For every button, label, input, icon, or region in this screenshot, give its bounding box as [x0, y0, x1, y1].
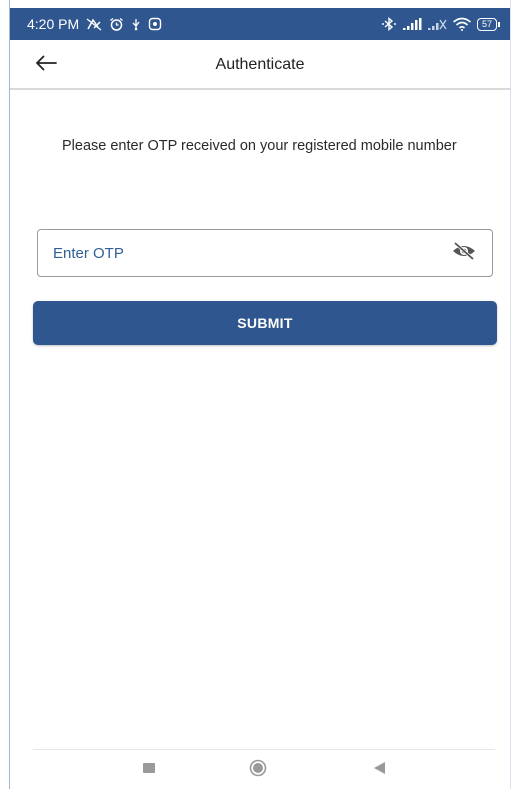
home-button[interactable]	[247, 759, 269, 782]
nav-back-button[interactable]	[368, 761, 390, 779]
screen-frame-right	[510, 0, 511, 789]
screen-frame-left	[9, 0, 10, 789]
battery-tip	[498, 21, 500, 27]
battery-icon: 57	[476, 17, 500, 31]
page-title: Authenticate	[215, 56, 305, 73]
back-icon	[372, 761, 386, 780]
status-right-group: 57	[381, 17, 500, 31]
otp-input[interactable]	[38, 229, 450, 277]
battery-level: 57	[476, 17, 497, 31]
eye-off-icon	[451, 241, 477, 266]
signal-bars-2-icon	[427, 17, 447, 31]
signal-bars-icon	[402, 17, 422, 31]
bluetooth-icon	[381, 17, 397, 31]
system-nav-bar	[10, 750, 510, 789]
usb-debug-icon	[130, 17, 142, 31]
home-icon	[249, 759, 267, 782]
app-bar: Authenticate	[10, 40, 510, 90]
status-time: 4:20 PM	[27, 16, 80, 32]
otp-instruction-text: Please enter OTP received on your regist…	[62, 138, 457, 154]
status-bar: 4:20 PM 57	[10, 8, 510, 40]
recent-apps-icon	[142, 761, 156, 779]
password-visibility-toggle[interactable]	[450, 239, 478, 267]
recent-apps-button[interactable]	[138, 761, 160, 779]
alarm-icon	[109, 17, 124, 32]
status-left-group: 4:20 PM	[27, 16, 162, 32]
otp-field[interactable]	[37, 229, 493, 277]
screen-record-icon	[148, 17, 162, 31]
wifi-icon	[452, 17, 472, 31]
submit-button[interactable]: SUBMIT	[33, 301, 497, 345]
no-signal-status-icon	[85, 17, 103, 31]
